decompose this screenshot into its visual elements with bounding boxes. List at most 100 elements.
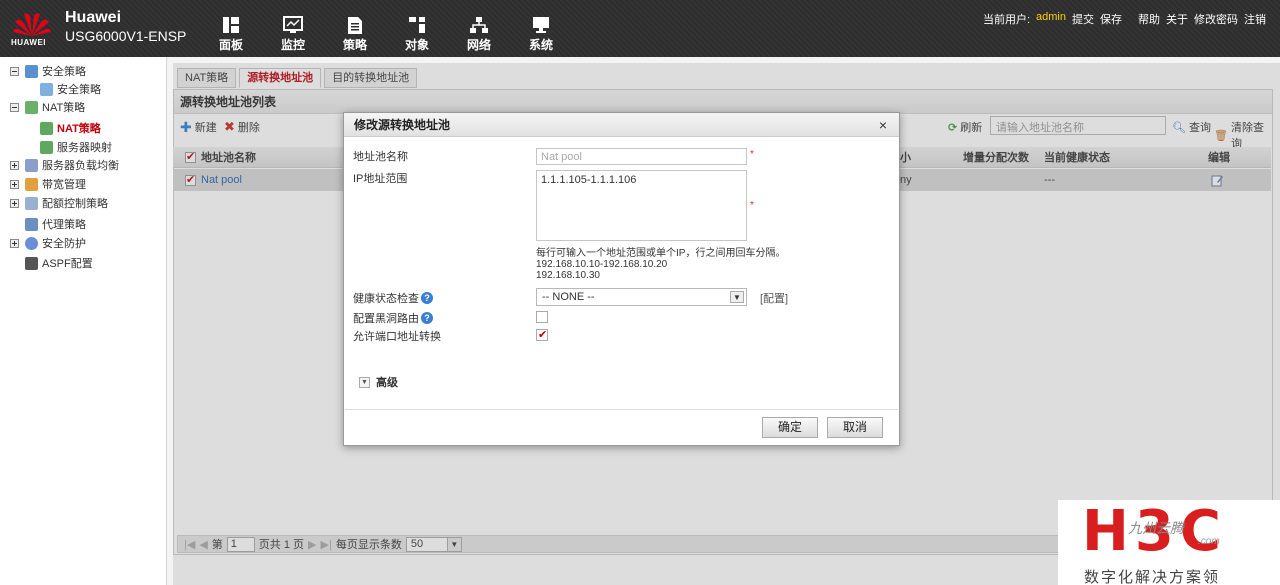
health-check-text: 健康状态检查: [353, 293, 419, 305]
expand-icon[interactable]: [10, 179, 19, 189]
policy-icon: [324, 14, 386, 36]
aspf-icon: [25, 256, 38, 270]
port-translation-label: 允许端口地址转换: [353, 331, 441, 343]
help-link[interactable]: 帮助: [1138, 11, 1160, 27]
sidebar-item-nat-policy[interactable]: NAT策略: [40, 119, 101, 137]
shield-icon: [25, 236, 38, 250]
system-icon: [510, 14, 572, 36]
expand-icon[interactable]: [10, 238, 19, 248]
health-check-select[interactable]: -- NONE -- ▼: [536, 288, 747, 306]
cancel-button[interactable]: 取消: [827, 417, 883, 438]
change-password-link[interactable]: 修改密码: [1194, 11, 1238, 27]
sidebar-item-slb[interactable]: 服务器负载均衡: [10, 156, 119, 174]
brand-name: Huawei: [65, 9, 122, 26]
sidebar-item-server-mapping[interactable]: 服务器映射: [40, 138, 112, 156]
about-link[interactable]: 关于: [1166, 11, 1188, 27]
bandwidth-icon: [25, 177, 38, 191]
expand-icon[interactable]: [10, 160, 19, 170]
watermark: H3C 九州云腾 .com 数字化解决方案领: [1058, 500, 1280, 585]
nav-dashboard[interactable]: 面板: [200, 14, 262, 53]
sidebar-item-label: NAT策略: [57, 123, 101, 135]
sidebar-item-protection[interactable]: 安全防护: [10, 234, 86, 252]
edit-pool-dialog: 修改源转换地址池 × 地址池名称 Nat pool * IP地址范围 1.1.1…: [343, 112, 900, 446]
header-links: 当前用户: admin 提交 保存 帮助 关于 修改密码 注销: [983, 11, 1266, 27]
nat-leaf-icon: [40, 121, 53, 135]
health-check-value: -- NONE --: [542, 291, 595, 303]
blackhole-label: 配置黑洞路由 ?: [353, 310, 433, 326]
nav-network-label: 网络: [466, 38, 491, 52]
expand-icon[interactable]: [10, 198, 19, 208]
close-icon[interactable]: ×: [879, 113, 887, 137]
blackhole-checkbox[interactable]: [536, 311, 548, 323]
collapse-icon[interactable]: [10, 102, 19, 112]
security-policy-icon: [25, 64, 38, 78]
watermark-domain: .com: [1198, 536, 1220, 547]
sidebar-item-aspf[interactable]: ASPF配置: [25, 254, 93, 272]
nav-object[interactable]: 对象: [386, 14, 448, 53]
nav-monitor[interactable]: 监控: [262, 14, 324, 53]
sidebar-item-label: 带宽管理: [42, 179, 86, 191]
help-icon[interactable]: ?: [421, 292, 433, 304]
sidebar-item-label: 安全策略: [57, 84, 101, 96]
sidebar-item-label: 安全策略: [42, 66, 86, 78]
save-link[interactable]: 保存: [1100, 11, 1122, 27]
network-icon: [448, 14, 510, 36]
logout-link[interactable]: 注销: [1244, 11, 1266, 27]
sidebar-item-security-policy-group[interactable]: 安全策略: [10, 62, 86, 80]
sidebar-item-label: NAT策略: [42, 102, 86, 114]
range-hint-line: 192.168.10.30: [536, 270, 600, 281]
current-user[interactable]: admin: [1036, 11, 1066, 27]
health-check-label: 健康状态检查 ?: [353, 290, 433, 306]
help-icon[interactable]: ?: [421, 312, 433, 324]
range-hint-line: 192.168.10.10-192.168.10.20: [536, 259, 668, 270]
sidebar-item-security-policy[interactable]: 安全策略: [40, 80, 101, 98]
collapse-icon[interactable]: [10, 66, 19, 76]
policy-leaf-icon: [40, 82, 53, 96]
sidebar-item-label: 代理策略: [42, 219, 86, 231]
proxy-icon: [25, 217, 38, 231]
sidebar-item-proxy[interactable]: 代理策略: [25, 215, 86, 233]
dialog-title: 修改源转换地址池: [354, 118, 451, 132]
top-bar: HUAWEI Huawei USG6000V1-ENSP 面板 监控 策略 对象…: [0, 0, 1280, 57]
nav-policy-label: 策略: [342, 38, 367, 52]
quota-icon: [25, 196, 38, 210]
nav-system[interactable]: 系统: [510, 14, 572, 53]
monitor-icon: [262, 14, 324, 36]
sidebar-item-label: ASPF配置: [42, 258, 93, 270]
watermark-slogan: 数字化解决方案领: [1084, 569, 1221, 585]
load-balance-icon: [25, 158, 38, 172]
server-mapping-icon: [40, 140, 53, 154]
sidebar-item-label: 服务器映射: [57, 142, 112, 154]
sidebar-item-quota[interactable]: 配额控制策略: [10, 194, 108, 212]
chevron-down-icon: ▼: [730, 291, 744, 303]
range-hint-line: 每行可输入一个地址范围或单个IP，行之间用回车分隔。: [536, 248, 786, 259]
dialog-header: 修改源转换地址池 ×: [344, 113, 899, 137]
sidebar-item-label: 安全防护: [42, 238, 86, 250]
user-prefix: 当前用户:: [982, 14, 1031, 26]
nav-network[interactable]: 网络: [448, 14, 510, 53]
ip-range-textarea[interactable]: 1.1.1.105-1.1.1.106: [536, 170, 747, 241]
nav-policy[interactable]: 策略: [324, 14, 386, 53]
pool-name-field[interactable]: Nat pool: [536, 148, 747, 165]
commit-link[interactable]: 提交: [1072, 11, 1094, 27]
sidebar-item-label: 服务器负载均衡: [42, 160, 119, 172]
ok-button[interactable]: 确定: [762, 417, 818, 438]
model-name: USG6000V1-ENSP: [65, 28, 187, 44]
watermark-text: 九州云腾: [1128, 520, 1184, 536]
required-mark: *: [750, 200, 754, 211]
dialog-body: 地址池名称 Nat pool * IP地址范围 1.1.1.105-1.1.1.…: [345, 138, 898, 410]
sidebar-item-nat-group[interactable]: NAT策略: [10, 98, 85, 116]
nav-dashboard-label: 面板: [218, 38, 243, 52]
required-mark: *: [750, 149, 754, 160]
port-translation-checkbox[interactable]: [536, 328, 548, 341]
health-config-link[interactable]: [配置]: [760, 290, 788, 306]
dashboard-icon: [200, 14, 262, 36]
blackhole-text: 配置黑洞路由: [353, 313, 419, 325]
ip-range-label: IP地址范围: [353, 173, 408, 185]
sidebar-item-label: 配额控制策略: [42, 198, 108, 210]
main-nav: 面板 监控 策略 对象 网络 系统: [200, 14, 572, 53]
advanced-toggle[interactable]: ▼ 高级: [359, 374, 398, 390]
nav-system-label: 系统: [528, 38, 553, 52]
nat-icon: [25, 100, 38, 114]
sidebar-item-bandwidth[interactable]: 带宽管理: [10, 175, 86, 193]
